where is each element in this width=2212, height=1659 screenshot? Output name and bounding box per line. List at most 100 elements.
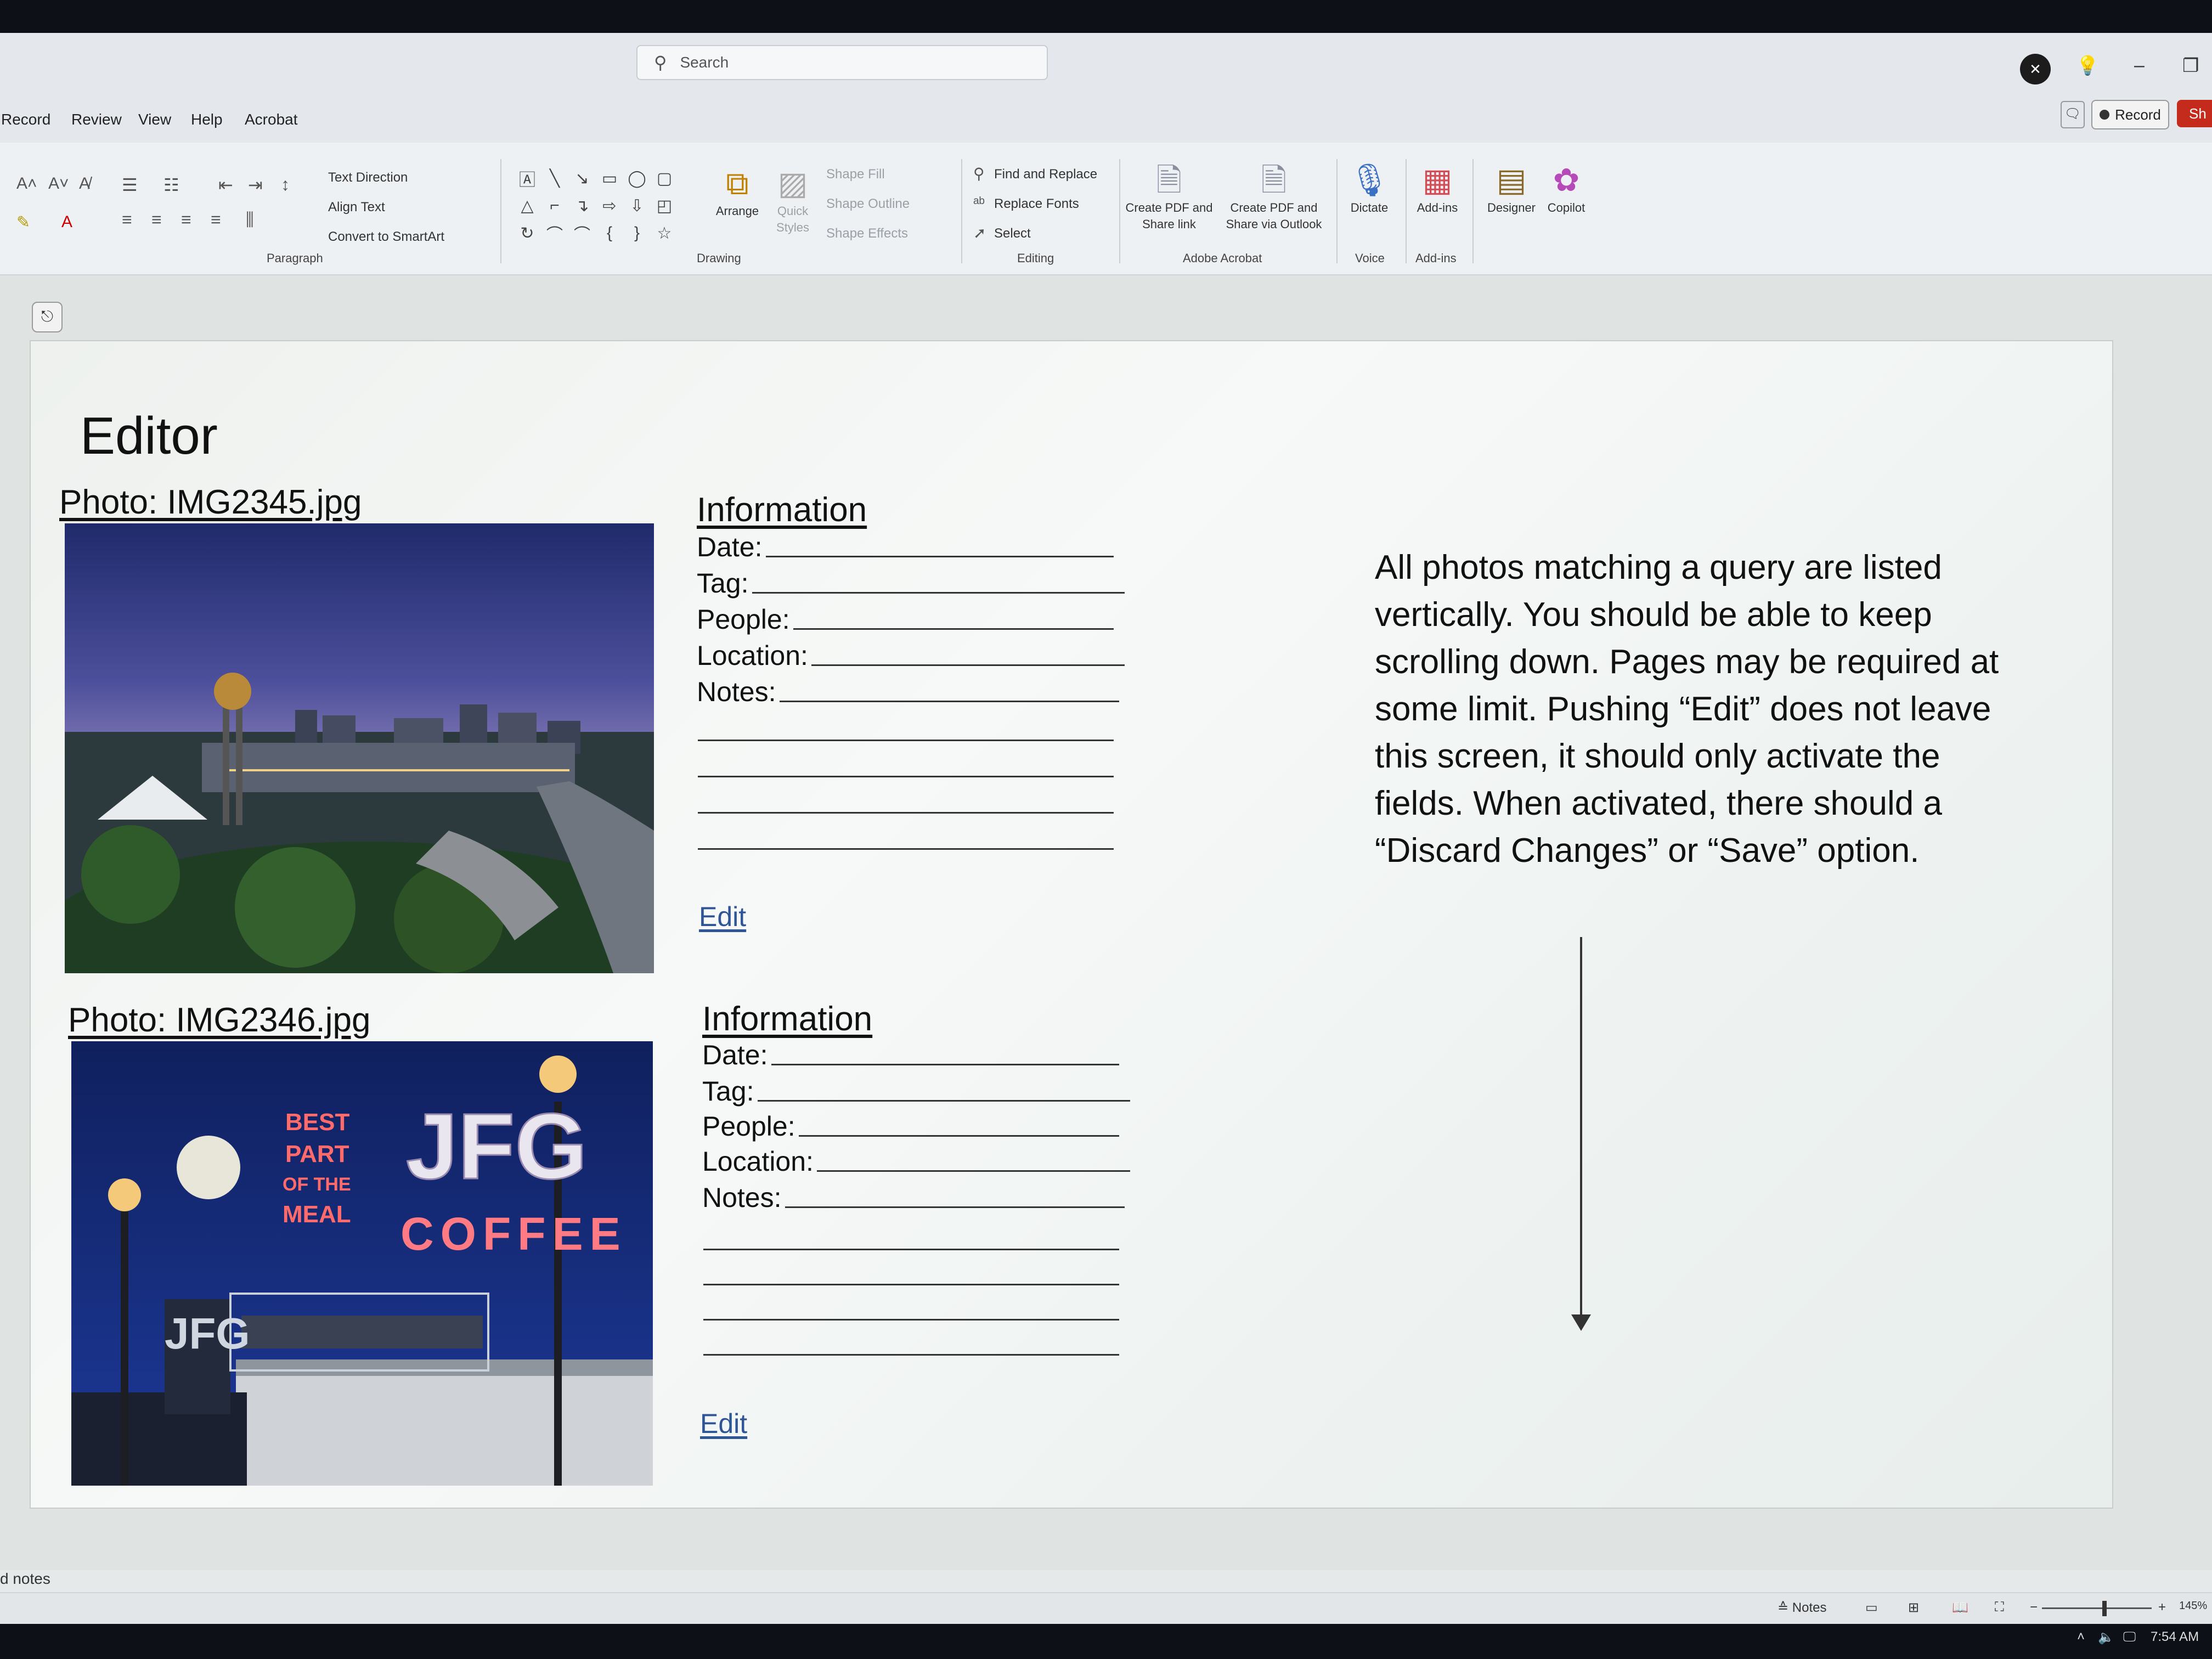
- oval-shape-icon[interactable]: ◯: [623, 165, 651, 192]
- elbow-connector-icon[interactable]: ⌐: [541, 192, 568, 219]
- shape-outline-button[interactable]: Shape Outline: [826, 196, 910, 212]
- menu-review[interactable]: Review: [71, 111, 122, 128]
- zoom-out-icon[interactable]: −: [2030, 1600, 2038, 1615]
- star-shape-icon[interactable]: ☆: [651, 219, 678, 247]
- notes-input-line[interactable]: [779, 701, 1119, 702]
- restore-icon[interactable]: ❐: [2182, 55, 2199, 77]
- photo-2-notes-field[interactable]: Notes:: [702, 1181, 1125, 1214]
- photo-1-sunsphere-skyline[interactable]: [65, 523, 654, 973]
- triangle-shape-icon[interactable]: △: [514, 192, 541, 219]
- callout-shape-icon[interactable]: ◰: [651, 192, 678, 219]
- notes-line[interactable]: [698, 776, 1114, 777]
- tag-input-line[interactable]: [757, 1100, 1130, 1102]
- increase-indent-icon[interactable]: ⇥: [248, 174, 263, 195]
- shape-effects-button[interactable]: Shape Effects: [826, 226, 908, 241]
- justify-icon[interactable]: ≡: [211, 210, 221, 230]
- photo-2-location-field[interactable]: Location:: [702, 1144, 1130, 1177]
- select-button[interactable]: Select: [994, 226, 1031, 241]
- font-color-icon[interactable]: A: [61, 213, 72, 232]
- search-box[interactable]: ⚲ Search: [636, 45, 1048, 80]
- zoom-level[interactable]: 145%: [2179, 1600, 2207, 1612]
- decrease-indent-icon[interactable]: ⇤: [218, 174, 233, 195]
- zoom-in-icon[interactable]: +: [2158, 1600, 2166, 1615]
- photo-1-date-field[interactable]: Date:: [697, 530, 1114, 563]
- reading-view-icon[interactable]: 📖: [1952, 1600, 1968, 1616]
- convert-smartart-button[interactable]: Convert to SmartArt: [328, 229, 444, 245]
- replace-fonts-button[interactable]: Replace Fonts: [994, 196, 1079, 212]
- comment-icon[interactable]: 🗨: [2061, 101, 2085, 128]
- notes-line[interactable]: [698, 740, 1114, 741]
- numbering-icon[interactable]: ☷: [163, 174, 179, 195]
- notes-toggle-button[interactable]: ≙ Notes: [1778, 1600, 1826, 1616]
- photo-1-notes-field[interactable]: Notes:: [697, 675, 1119, 708]
- notes-pane[interactable]: d notes: [0, 1570, 2212, 1592]
- shrink-font-icon[interactable]: A˅: [48, 174, 69, 193]
- photo-2-people-field[interactable]: People:: [702, 1109, 1119, 1142]
- align-right-icon[interactable]: ≡: [181, 210, 191, 230]
- photo-1-people-field[interactable]: People:: [697, 602, 1114, 635]
- network-icon[interactable]: 🖵: [2123, 1629, 2136, 1645]
- quick-styles-button[interactable]: ▨ Quick Styles: [768, 165, 817, 236]
- minimize-icon[interactable]: –: [2134, 55, 2145, 76]
- addins-button[interactable]: ▦ Add-ins: [1410, 161, 1465, 216]
- notes-line[interactable]: [703, 1354, 1119, 1356]
- align-text-button[interactable]: Align Text: [328, 200, 385, 215]
- notes-line[interactable]: [698, 812, 1114, 814]
- slide-sorter-icon[interactable]: ⊞: [1908, 1600, 1919, 1616]
- lightbulb-icon[interactable]: 💡: [2076, 55, 2099, 77]
- photo-1-location-field[interactable]: Location:: [697, 639, 1125, 672]
- location-input-line[interactable]: [811, 664, 1125, 666]
- location-input-line[interactable]: [816, 1170, 1130, 1172]
- rectangle-shape-icon[interactable]: ▭: [596, 165, 623, 192]
- menu-view[interactable]: View: [138, 111, 171, 128]
- elbow-arrow-icon[interactable]: ↴: [568, 192, 596, 219]
- left-brace-shape-icon[interactable]: {: [596, 219, 623, 247]
- record-button[interactable]: Record: [2091, 100, 2169, 129]
- right-arrow-shape-icon[interactable]: ⇨: [596, 192, 623, 219]
- menu-acrobat[interactable]: Acrobat: [245, 111, 298, 128]
- shapes-gallery[interactable]: 🄰 ╲ ↘ ▭ ◯ ▢ △ ⌐ ↴ ⇨ ⇩ ◰ ↻ ⌒ ⌒ { } ☆: [514, 165, 678, 247]
- tray-overflow-icon[interactable]: ˄: [2077, 1629, 2085, 1645]
- line-shape-icon[interactable]: ╲: [541, 165, 568, 192]
- slideshow-icon[interactable]: ⛶: [1995, 1600, 2004, 1615]
- clock[interactable]: 7:54 AM: [2151, 1629, 2199, 1645]
- normal-view-icon[interactable]: ▭: [1865, 1600, 1878, 1616]
- rounded-rect-shape-icon[interactable]: ▢: [651, 165, 678, 192]
- zoom-slider[interactable]: [2042, 1607, 2152, 1609]
- arc-shape-icon[interactable]: ⌒: [568, 219, 596, 247]
- notes-line[interactable]: [703, 1319, 1119, 1321]
- line-spacing-icon[interactable]: ↕: [281, 174, 290, 195]
- freeform-shape-icon[interactable]: ↻: [514, 219, 541, 247]
- slide-canvas[interactable]: Editor Photo: IMG2345.jpg Information Da…: [30, 340, 2113, 1509]
- notes-input-line[interactable]: [785, 1206, 1125, 1208]
- date-input-line[interactable]: [771, 1064, 1119, 1065]
- menu-help[interactable]: Help: [191, 111, 223, 128]
- notes-line[interactable]: [703, 1284, 1119, 1285]
- create-pdf-outlook-button[interactable]: 🗎 Create PDF and Share via Outlook: [1219, 161, 1329, 233]
- highlight-icon[interactable]: ✎: [16, 213, 30, 232]
- notes-line[interactable]: [703, 1249, 1119, 1250]
- align-center-icon[interactable]: ≡: [151, 210, 162, 230]
- designer-button[interactable]: ▤ Designer: [1481, 161, 1542, 216]
- down-arrow-shape-icon[interactable]: ⇩: [623, 192, 651, 219]
- bullets-icon[interactable]: ☰: [122, 174, 138, 195]
- clear-format-icon[interactable]: A̸: [79, 174, 90, 193]
- date-input-line[interactable]: [765, 556, 1114, 557]
- right-brace-shape-icon[interactable]: }: [623, 219, 651, 247]
- volume-icon[interactable]: 🔈: [2098, 1629, 2114, 1645]
- photo-2-date-field[interactable]: Date:: [702, 1038, 1119, 1071]
- zoom-slider-thumb[interactable]: [2102, 1601, 2107, 1616]
- people-input-line[interactable]: [798, 1135, 1119, 1137]
- curve-shape-icon[interactable]: ⌒: [541, 219, 568, 247]
- photo-2-tag-field[interactable]: Tag:: [702, 1074, 1130, 1107]
- columns-icon[interactable]: ⫼: [246, 210, 254, 230]
- share-button[interactable]: Sh: [2177, 100, 2212, 127]
- designer-suggestion-icon[interactable]: ⎋: [32, 302, 63, 332]
- photo-1-edit-link[interactable]: Edit: [699, 901, 746, 933]
- copilot-button[interactable]: ✿ Copilot: [1542, 161, 1591, 216]
- dictate-button[interactable]: 🎙 Dictate: [1342, 161, 1397, 216]
- create-pdf-share-link-button[interactable]: 🗎 Create PDF and Share link: [1122, 161, 1216, 233]
- photo-2-jfg-coffee-sign[interactable]: BEST PART OF THE MEAL JFG COFFEE JFG: [71, 1041, 653, 1486]
- align-left-icon[interactable]: ≡: [122, 210, 132, 230]
- people-input-line[interactable]: [793, 628, 1114, 630]
